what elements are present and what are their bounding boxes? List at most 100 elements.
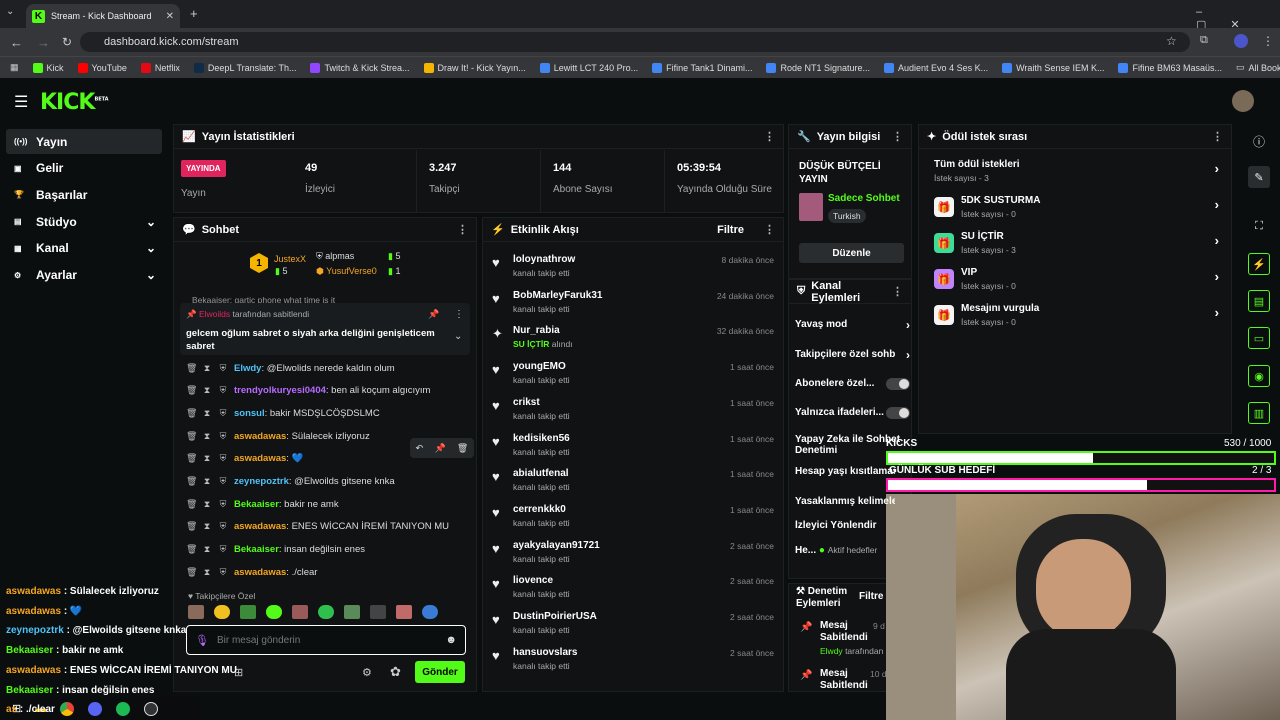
delete-icon[interactable]: 🗑 bbox=[186, 363, 197, 374]
chat-username[interactable]: Bekaaiser bbox=[234, 544, 279, 555]
chat-username[interactable]: aswadawas bbox=[234, 521, 286, 532]
browser-tab[interactable]: K Stream - Kick Dashboard ✕ bbox=[26, 4, 180, 28]
timeout-icon[interactable]: ⧗ bbox=[202, 476, 212, 487]
sidebar-item[interactable]: ▤ Stüdyo ⌄ bbox=[6, 209, 162, 234]
chat-username[interactable]: Bekaaiser bbox=[234, 499, 279, 510]
bookmark-item[interactable]: Twitch & Kick Strea... bbox=[310, 62, 410, 73]
activity-item[interactable]: ♥ youngEMO kanalı takip etti 1 saat önce bbox=[490, 358, 780, 394]
chat-username[interactable]: trendyolkuryesi0404 bbox=[234, 385, 326, 396]
channel-action-item[interactable]: İzleyici Yönlendir bbox=[795, 511, 910, 540]
sidebar-item[interactable]: ▦ Kanal ⌄ bbox=[6, 236, 162, 261]
bookmark-item[interactable]: Rode NT1 Signature... bbox=[766, 62, 870, 73]
toggle-switch[interactable] bbox=[886, 377, 910, 390]
activity-filter-button[interactable]: Filtre bbox=[717, 224, 744, 236]
reward-item[interactable]: 🎁 SU İÇTİR İstek sayısı - 3 › bbox=[930, 227, 1225, 263]
reward-item[interactable]: 🎁 5DK SUSTURMA İstek sayısı - 0 › bbox=[930, 191, 1225, 227]
emote-icon[interactable] bbox=[240, 605, 256, 619]
category-name[interactable]: Sadece Sohbet bbox=[828, 193, 900, 204]
all-bookmarks[interactable]: ▭All Bookmarks bbox=[1236, 62, 1280, 73]
bookmark-item[interactable]: Fifine BM63 Masaüs... bbox=[1118, 62, 1222, 73]
send-button[interactable]: Gönder bbox=[415, 661, 465, 683]
bookmark-star-icon[interactable]: ☆ bbox=[1166, 34, 1177, 48]
chat-username[interactable]: zeynepoztrk bbox=[234, 476, 289, 487]
delete-icon[interactable]: 🗑 bbox=[186, 544, 197, 555]
kick-logo[interactable]: KICKBETA bbox=[40, 90, 109, 115]
chat-message[interactable]: 🗑 ⧗ ⛨ sonsul: bakir MSDŞLCÖŞDSLMC bbox=[186, 402, 471, 424]
chat-message[interactable]: 🗑 ⧗ ⛨ trendyolkuryesi0404: ben ali koçum al… bbox=[186, 380, 471, 402]
emote-icon[interactable] bbox=[318, 605, 334, 619]
activity-item[interactable]: ✦ Nur_rabia SU İÇTİR alındı 32 dakika önce bbox=[490, 322, 780, 358]
sidebar-item[interactable]: ((•)) Yayın bbox=[6, 129, 162, 154]
chat-message[interactable]: 🗑 ⧗ ⛨ Bekaaiser: insan değilsin enes bbox=[186, 539, 471, 561]
forward-icon[interactable]: → bbox=[37, 35, 50, 50]
chat-message[interactable]: 🗑 ⧗ ⛨ aswadawas: ./clear bbox=[186, 561, 471, 583]
bolt-icon[interactable]: ⚡ bbox=[1248, 253, 1270, 275]
activity-item[interactable]: ♥ liovence kanalı takip etti 2 saat önce bbox=[490, 572, 780, 608]
profile-icon[interactable] bbox=[1234, 34, 1248, 48]
channel-action-item[interactable]: Yalnızca ifadeleri... bbox=[795, 398, 910, 427]
delete-icon[interactable]: 🗑 bbox=[186, 408, 197, 419]
tab-search-icon[interactable]: ⌄ bbox=[6, 6, 14, 17]
actions-menu-icon[interactable]: ⋮ bbox=[892, 285, 903, 298]
chat-username[interactable]: sonsul bbox=[234, 408, 265, 419]
info-icon[interactable]: ⓘ bbox=[1248, 130, 1270, 152]
back-icon[interactable]: ← bbox=[10, 35, 23, 50]
emote-icon[interactable] bbox=[344, 605, 360, 619]
activity-item[interactable]: ♥ BobMarleyFaruk31 kanalı takip etti 24 dak… bbox=[490, 287, 780, 323]
tab-close-icon[interactable]: ✕ bbox=[166, 11, 174, 22]
activity-item[interactable]: ♥ crikst kanalı takip etti 1 saat önce bbox=[490, 394, 780, 430]
chat-username[interactable]: aswadawas bbox=[234, 431, 286, 442]
broadcast-icon[interactable]: ◉ bbox=[1248, 365, 1270, 387]
sidebar-item[interactable]: ⚙ Ayarlar ⌄ bbox=[6, 263, 162, 288]
timeout-icon[interactable]: ⧗ bbox=[202, 544, 212, 555]
bookmark-item[interactable]: Netflix bbox=[140, 62, 180, 73]
delete-icon[interactable]: 🗑 bbox=[186, 476, 197, 487]
user-avatar[interactable] bbox=[1232, 90, 1254, 112]
reward-item[interactable]: Tüm ödül istekleri İstek sayısı - 3 › bbox=[930, 155, 1225, 191]
bookmark-item[interactable]: Kick bbox=[32, 62, 64, 73]
timeout-icon[interactable]: ⧗ bbox=[202, 453, 212, 464]
sidebar-item[interactable]: 🏆 Başarılar bbox=[6, 182, 162, 207]
emote-icon[interactable] bbox=[188, 605, 204, 619]
chat-input[interactable]: 🎙 Bir mesaj gönderin ☻ bbox=[186, 625, 466, 655]
stats-menu-icon[interactable]: ⋮ bbox=[764, 130, 775, 143]
chat-message[interactable]: 🗑 ⧗ ⛨ aswadawas: Sülalecek izliyoruz bbox=[186, 425, 471, 447]
chat-username[interactable]: aswadawas bbox=[234, 453, 286, 464]
chat-message[interactable]: 🗑 ⧗ ⛨ aswadawas: 💙 bbox=[186, 448, 471, 470]
info-menu-icon[interactable]: ⋮ bbox=[892, 130, 903, 143]
unpin-icon[interactable]: 📌 bbox=[428, 309, 439, 320]
timeout-icon[interactable]: ⧗ bbox=[202, 521, 212, 532]
reward-item[interactable]: 🎁 VIP İstek sayısı - 0 › bbox=[930, 263, 1225, 299]
mic-icon[interactable]: 🎙 bbox=[195, 634, 209, 647]
activity-item[interactable]: ♥ kedisiken56 kanalı takip etti 1 saat önce bbox=[490, 430, 780, 466]
timeout-icon[interactable]: ⧗ bbox=[202, 408, 212, 419]
bookmark-item[interactable]: Audient Evo 4 Ses K... bbox=[884, 62, 988, 73]
toggle-switch[interactable] bbox=[886, 406, 910, 419]
activity-item[interactable]: ♥ hansuovslars kanalı takip etti 2 saat önc… bbox=[490, 644, 780, 680]
bookmark-item[interactable]: Fifine Tank1 Dinami... bbox=[652, 62, 752, 73]
rewards-menu-icon[interactable]: ⋮ bbox=[1212, 130, 1223, 143]
activity-item[interactable]: ♥ cerrenkkk0 kanalı takip etti 1 saat önce bbox=[490, 501, 780, 537]
channel-action-item[interactable]: Abonelere özel... bbox=[795, 369, 910, 398]
emote-icon[interactable] bbox=[266, 605, 282, 619]
channel-action-item[interactable]: Yavaş mod › bbox=[795, 310, 910, 339]
discord-icon[interactable] bbox=[88, 701, 103, 716]
timeout-icon[interactable]: ⧗ bbox=[202, 385, 212, 396]
emote-icon[interactable] bbox=[214, 605, 230, 619]
delete-icon[interactable]: 🗑 bbox=[186, 431, 197, 442]
activity-item[interactable]: ♥ abialutfenal kanalı takip etti 1 saat önc… bbox=[490, 465, 780, 501]
delete-icon[interactable]: 🗑 bbox=[186, 567, 197, 578]
chevron-down-icon[interactable]: ⌄ bbox=[454, 331, 462, 342]
chat-menu-icon[interactable]: ⋮ bbox=[457, 223, 468, 236]
reward-item[interactable]: 🎁 Mesajını vurgula İstek sayısı - 0 › bbox=[930, 299, 1225, 335]
activity-menu-icon[interactable]: ⋮ bbox=[764, 223, 775, 236]
extensions-icon[interactable]: ⧉ bbox=[1200, 34, 1208, 47]
chat-settings-icon[interactable]: ⚙ bbox=[362, 666, 372, 679]
emoji-icon[interactable]: ☻ bbox=[445, 634, 457, 646]
storage-icon[interactable]: ▥ bbox=[1248, 402, 1270, 424]
bot-icon[interactable]: ✿ bbox=[390, 664, 401, 680]
hamburger-menu-icon[interactable]: ☰ bbox=[14, 92, 28, 112]
obs-icon[interactable] bbox=[144, 701, 159, 716]
delete-icon[interactable]: 🗑 bbox=[186, 521, 197, 532]
url-field[interactable]: dashboard.kick.com/stream bbox=[80, 32, 1190, 52]
